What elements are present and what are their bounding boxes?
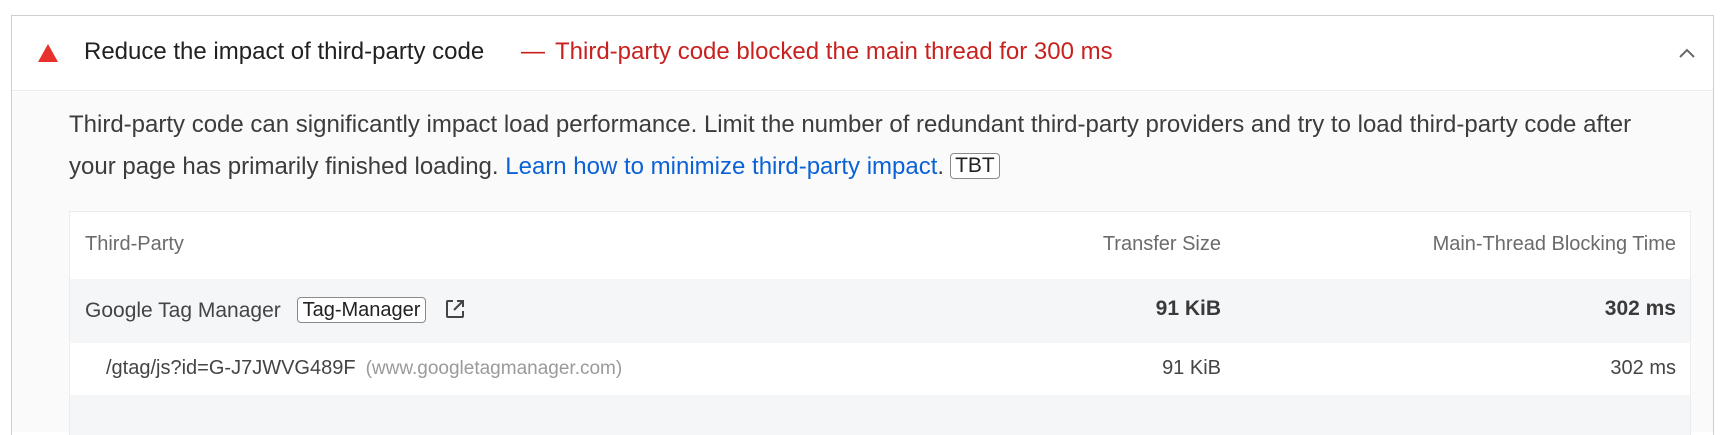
table-header-row: Third-Party Transfer Size Main-Thread Bl…: [70, 212, 1690, 279]
display-value-text: Third-party code blocked the main thread…: [555, 38, 1113, 65]
description-period: .: [937, 153, 945, 180]
subitem-origin: (www.googletagmanager.com): [365, 358, 623, 379]
entity-cell: Google Tag Manager Tag-Manager: [85, 297, 466, 323]
subitem-url: /gtag/js?id=G-J7JWVG489F: [106, 357, 356, 379]
learn-more-link[interactable]: Learn how to minimize third-party impact: [505, 153, 937, 180]
table-row-partial: [70, 395, 1690, 435]
third-party-audit: Reduce the impact of third-party code — T…: [11, 15, 1714, 435]
external-link-icon[interactable]: [444, 298, 466, 320]
entity-name: Google Tag Manager: [85, 299, 281, 322]
third-party-table: Third-Party Transfer Size Main-Thread Bl…: [69, 211, 1691, 435]
entity-transfer-size: 91 KiB: [1155, 297, 1221, 320]
audit-description: Third-party code can significantly impac…: [69, 104, 1679, 188]
audit-header[interactable]: Reduce the impact of third-party code — T…: [12, 16, 1713, 91]
table-row: Google Tag Manager Tag-Manager 91 KiB 30…: [70, 279, 1690, 343]
fail-triangle-icon: [38, 44, 58, 62]
subitem-blocking-time: 302 ms: [1610, 357, 1676, 379]
entity-category-badge: Tag-Manager: [296, 297, 427, 323]
table-subrow: /gtag/js?id=G-J7JWVG489F (www.googletagma…: [70, 343, 1690, 395]
metric-badge-tbt: TBT: [950, 153, 1000, 179]
subitem-url-cell: /gtag/js?id=G-J7JWVG489F (www.googletagma…: [106, 357, 622, 380]
display-value-dash: —: [521, 38, 545, 65]
entity-blocking-time: 302 ms: [1604, 297, 1676, 320]
audit-body: Third-party code can significantly impac…: [12, 92, 1713, 435]
chevron-up-icon[interactable]: [1675, 42, 1699, 66]
column-header-third-party: Third-Party: [85, 233, 184, 255]
column-header-blocking-time: Main-Thread Blocking Time: [1432, 233, 1676, 255]
audit-title: Reduce the impact of third-party code: [84, 38, 485, 65]
column-header-transfer-size: Transfer Size: [1102, 233, 1221, 255]
audit-display-value: — Third-party code blocked the main threa…: [521, 38, 1113, 66]
subitem-transfer-size: 91 KiB: [1162, 357, 1221, 379]
